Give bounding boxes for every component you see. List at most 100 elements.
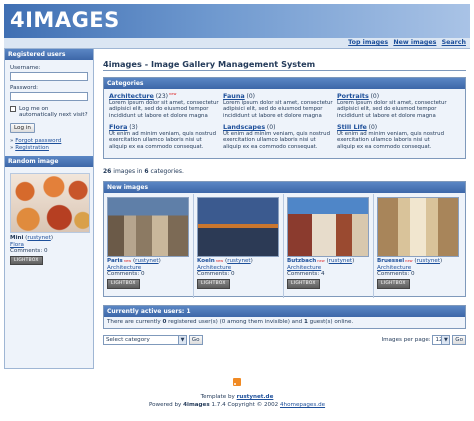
active-text-pre: There are currently [107, 319, 161, 325]
image-thumbnail-paris[interactable] [107, 197, 189, 257]
image-title[interactable]: Koeln [197, 258, 215, 264]
password-label: Password: [10, 85, 39, 91]
per-page-select[interactable]: 12 ▼ [432, 335, 451, 345]
lightbox-button[interactable]: LIGHTBOX [377, 278, 410, 289]
image-category[interactable]: Architecture [197, 265, 231, 271]
registration-link[interactable]: Registration [15, 145, 49, 151]
powered-by-app: 4images [183, 402, 210, 408]
category-link[interactable]: Still Life [337, 123, 367, 131]
category-item: Architecture (23)new Lorem ipsum dolor s… [109, 92, 221, 119]
image-thumbnail-butzbach[interactable] [287, 197, 369, 257]
category-description: Lorem ipsum dolor sit amet, consectetur … [223, 100, 333, 119]
category-count: (0) [266, 124, 276, 131]
image-info: Parisnew (rustynet) Architecture Comment… [107, 258, 161, 289]
image-info: Koelnnew (rustynet) Architecture Comment… [197, 258, 253, 289]
remember-checkbox[interactable] [10, 106, 16, 112]
image-cell: Koelnnew (rustynet) Architecture Comment… [194, 194, 284, 298]
footer: Template by rustynet.de Powered by 4imag… [0, 378, 474, 409]
categories-heading: Categories [104, 78, 465, 89]
image-comments: Comments: 0 [107, 271, 145, 277]
top-images-link[interactable]: Top images [348, 39, 388, 46]
image-category[interactable]: Architecture [377, 265, 411, 271]
forgot-password-link[interactable]: Forgot password [15, 138, 61, 144]
search-link[interactable]: Search [442, 39, 466, 46]
image-thumbnail-koeln[interactable] [197, 197, 279, 257]
category-item: Flora (3) Ut enim ad minim veniam, quis … [109, 123, 221, 150]
category-count: (0) [370, 93, 380, 100]
category-summary: 26 images in 6 categories. [103, 168, 184, 175]
category-select[interactable]: Select category ▼ [103, 335, 187, 345]
username-field[interactable] [10, 72, 88, 81]
summary-text-end: categories. [150, 168, 184, 175]
login-box-heading: Registered users [5, 49, 93, 60]
random-image-category[interactable]: Flora [10, 242, 24, 248]
copyright-link[interactable]: 4homepages.de [280, 402, 325, 408]
active-text-end: guest(s) online. [309, 319, 354, 325]
site-logo[interactable]: 4IMAGES [10, 8, 120, 32]
category-link[interactable]: Portraits [337, 92, 369, 100]
random-lightbox-button[interactable]: LIGHTBOX [10, 255, 43, 265]
new-badge: new [123, 259, 132, 263]
image-cell: Bruesselnew (rustynet) Architecture Comm… [374, 194, 464, 298]
lightbox-button[interactable]: LIGHTBOX [197, 278, 230, 289]
password-field[interactable] [10, 92, 88, 101]
lightbox-button[interactable]: LIGHTBOX [107, 278, 140, 289]
random-image-user[interactable]: rustynet [27, 235, 50, 241]
category-count: (0) [368, 124, 378, 131]
active-users-heading: Currently active users: 1 [104, 306, 465, 317]
category-count: (0) [246, 93, 256, 100]
image-info: Bruesselnew (rustynet) Architecture Comm… [377, 258, 442, 289]
image-user[interactable]: rustynet [417, 258, 440, 264]
category-link[interactable]: Flora [109, 123, 127, 131]
sidebar: Registered users Username: Password: Log… [4, 49, 94, 369]
category-count: (3) [129, 124, 138, 131]
top-links: Top images New images Search [345, 39, 466, 46]
site-header: 4IMAGES [4, 4, 470, 38]
image-thumbnail-bruessel[interactable] [377, 197, 459, 257]
new-badge: new [405, 259, 413, 263]
image-title[interactable]: Paris [107, 258, 123, 264]
image-user[interactable]: rustynet [227, 258, 250, 264]
template-credit-link[interactable]: rustynet.de [237, 394, 274, 400]
category-description: Lorem ipsum dolor sit amet, consectetur … [109, 100, 219, 119]
login-button[interactable]: Log in [10, 123, 35, 133]
category-go-button[interactable]: Go [188, 335, 203, 345]
category-total: 6 [144, 168, 149, 175]
image-title[interactable]: Butzbach [287, 258, 316, 264]
new-badge: new [215, 259, 224, 263]
category-link[interactable]: Fauna [223, 92, 245, 100]
page-title: 4images - Image Gallery Management Syste… [103, 59, 316, 69]
category-link[interactable]: Landscapes [223, 123, 265, 131]
active-users-box: Currently active users: 1 There are curr… [103, 305, 466, 329]
remember-row: Log me on automatically next visit? [10, 106, 88, 118]
image-category[interactable]: Architecture [287, 265, 321, 271]
per-page-go-button[interactable]: Go [452, 335, 466, 345]
image-user[interactable]: rustynet [329, 258, 352, 264]
random-image-title[interactable]: Mini [10, 235, 23, 241]
new-images-link[interactable]: New images [393, 39, 436, 46]
rss-icon[interactable] [233, 378, 241, 386]
template-credit-text: Template by [200, 394, 235, 400]
category-description: Ut enim ad minim veniam, quis nostrud ex… [109, 131, 216, 150]
image-user[interactable]: rustynet [135, 258, 158, 264]
title-divider [103, 70, 466, 71]
category-link[interactable]: Architecture [109, 92, 154, 100]
copyright-text: 1.7.4 Copyright © 2002 [211, 402, 279, 408]
image-comments: Comments: 0 [377, 271, 415, 277]
image-info: Butzbachnew (rustynet) Architecture Comm… [287, 258, 354, 289]
random-image-thumbnail[interactable] [10, 173, 90, 233]
chevron-down-icon: ▼ [441, 336, 450, 344]
category-item: Portraits (0) Lorem ipsum dolor sit amet… [337, 92, 449, 119]
guest-count: 1 [303, 319, 308, 325]
category-description: Ut enim ad minim veniam, quis nostrud ex… [337, 131, 444, 150]
active-users-text: There are currently 0 registered user(s)… [104, 317, 465, 327]
bottom-controls: Select category ▼ Go Images per page: 12… [103, 335, 466, 347]
active-text-mid: registered user(s) (0 among them invisib… [168, 319, 303, 325]
image-title[interactable]: Bruessel [377, 258, 404, 264]
main-content: 4images - Image Gallery Management Syste… [99, 49, 470, 369]
lightbox-button[interactable]: LIGHTBOX [287, 278, 320, 289]
image-category[interactable]: Architecture [107, 265, 141, 271]
chevron-down-icon: ▼ [178, 336, 186, 344]
powered-by-text: Powered by [148, 402, 182, 408]
image-total: 26 [103, 168, 112, 175]
